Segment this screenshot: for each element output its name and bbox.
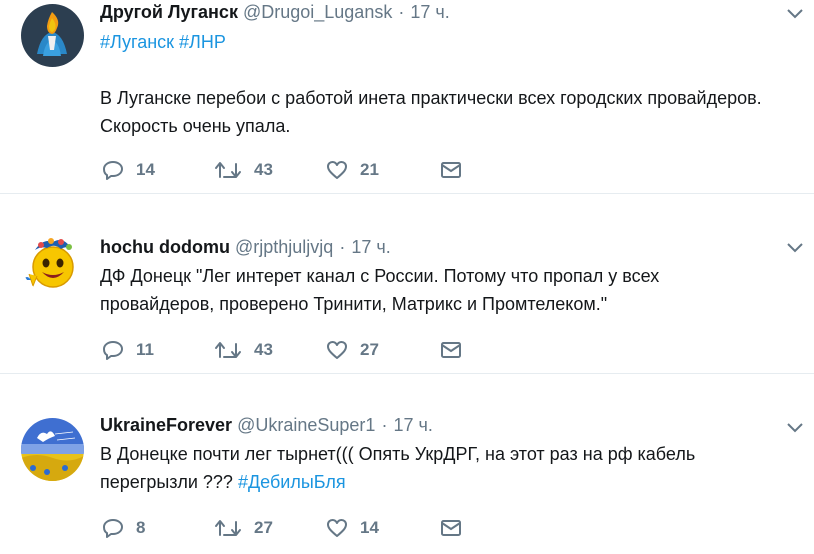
tweet[interactable]: hochu dodomu @rjpthjuljvjq · 17 ч. ДФ Доне… <box>0 194 814 374</box>
like-count: 27 <box>360 340 379 359</box>
envelope-icon <box>441 520 461 536</box>
retweet-button[interactable]: 43 <box>214 335 273 365</box>
avatar[interactable] <box>21 4 84 67</box>
tweet-text: ДФ Донецк "Лег интерет канал с России. П… <box>100 262 774 318</box>
reply-count: 14 <box>136 160 155 179</box>
timestamp[interactable]: 17 ч. <box>351 237 390 257</box>
retweet-count: 27 <box>254 518 273 537</box>
tweet[interactable]: Другой Луганск @Drugoi_Lugansk · 17 ч. #Лу… <box>0 0 814 194</box>
timestamp[interactable]: 17 ч. <box>393 415 432 435</box>
like-button[interactable]: 27 <box>326 335 379 365</box>
reply-button[interactable]: 14 <box>102 155 155 185</box>
tweet[interactable]: UkraineForever @UkraineSuper1 · 17 ч. В До… <box>0 374 814 554</box>
reply-count: 8 <box>136 518 146 537</box>
separator-dot: · <box>381 415 388 435</box>
smiley-face-icon <box>21 230 84 293</box>
retweet-icon <box>215 520 241 536</box>
torch-logo-icon <box>21 4 84 67</box>
retweet-button[interactable]: 27 <box>214 513 273 543</box>
tweet-header: Другой Луганск @Drugoi_Lugansk · 17 ч. <box>100 1 764 23</box>
like-button[interactable]: 14 <box>326 513 379 543</box>
timestamp[interactable]: 17 ч. <box>410 2 449 22</box>
envelope-icon <box>441 342 461 358</box>
like-count: 14 <box>360 518 379 537</box>
retweet-count: 43 <box>254 160 273 179</box>
like-button[interactable]: 21 <box>326 155 379 185</box>
direct-message-button[interactable] <box>440 513 462 543</box>
tweet-body-text: В Донецке почти лег тырнет((( Опять УкрД… <box>100 444 696 492</box>
chevron-down-icon[interactable] <box>786 242 804 254</box>
user-handle[interactable]: @Drugoi_Lugansk <box>243 2 392 22</box>
hashtag-links[interactable]: #Луганск #ЛНР <box>100 28 774 56</box>
reply-button[interactable]: 8 <box>102 513 145 543</box>
heart-icon <box>327 161 347 179</box>
tweet-header: hochu dodomu @rjpthjuljvjq · 17 ч. <box>100 236 764 258</box>
retweet-button[interactable]: 43 <box>214 155 273 185</box>
tweet-text: В Донецке почти лег тырнет((( Опять УкрД… <box>100 440 774 496</box>
heart-icon <box>327 519 347 537</box>
chevron-down-icon[interactable] <box>786 8 804 20</box>
user-handle[interactable]: @rjpthjuljvjq <box>235 237 333 257</box>
ukraine-field-icon <box>21 418 84 481</box>
display-name[interactable]: Другой Луганск <box>100 2 238 22</box>
user-handle[interactable]: @UkraineSuper1 <box>237 415 375 435</box>
tweet-body-text: В Луганске перебои с работой инета практ… <box>100 88 762 136</box>
direct-message-button[interactable] <box>440 155 462 185</box>
tweet-text: #Луганск #ЛНР В Луганске перебои с работ… <box>100 28 774 140</box>
separator-dot: · <box>339 237 346 257</box>
retweet-icon <box>215 162 241 178</box>
reply-icon <box>103 519 123 538</box>
direct-message-button[interactable] <box>440 335 462 365</box>
reply-count: 11 <box>136 340 154 359</box>
separator-dot: · <box>398 2 405 22</box>
retweet-icon <box>215 342 241 358</box>
tweet-header: UkraineForever @UkraineSuper1 · 17 ч. <box>100 414 764 436</box>
like-count: 21 <box>360 160 379 179</box>
tweet-actions: 11 43 27 <box>100 335 480 365</box>
display-name[interactable]: UkraineForever <box>100 415 232 435</box>
chevron-down-icon[interactable] <box>786 422 804 434</box>
reply-button[interactable]: 11 <box>102 335 154 365</box>
retweet-count: 43 <box>254 340 273 359</box>
tweet-body-text: ДФ Донецк "Лег интерет канал с России. П… <box>100 266 660 314</box>
tweet-feed: Другой Луганск @Drugoi_Lugansk · 17 ч. #Лу… <box>0 0 814 554</box>
reply-icon <box>103 341 123 360</box>
tweet-actions: 8 27 14 <box>100 513 480 543</box>
reply-icon <box>103 161 123 180</box>
avatar[interactable] <box>21 230 84 293</box>
avatar[interactable] <box>21 418 84 481</box>
display-name[interactable]: hochu dodomu <box>100 237 230 257</box>
tweet-actions: 14 43 21 <box>100 155 480 185</box>
hashtag-link[interactable]: #ДебилыБля <box>238 472 346 492</box>
envelope-icon <box>441 162 461 178</box>
heart-icon <box>327 341 347 359</box>
